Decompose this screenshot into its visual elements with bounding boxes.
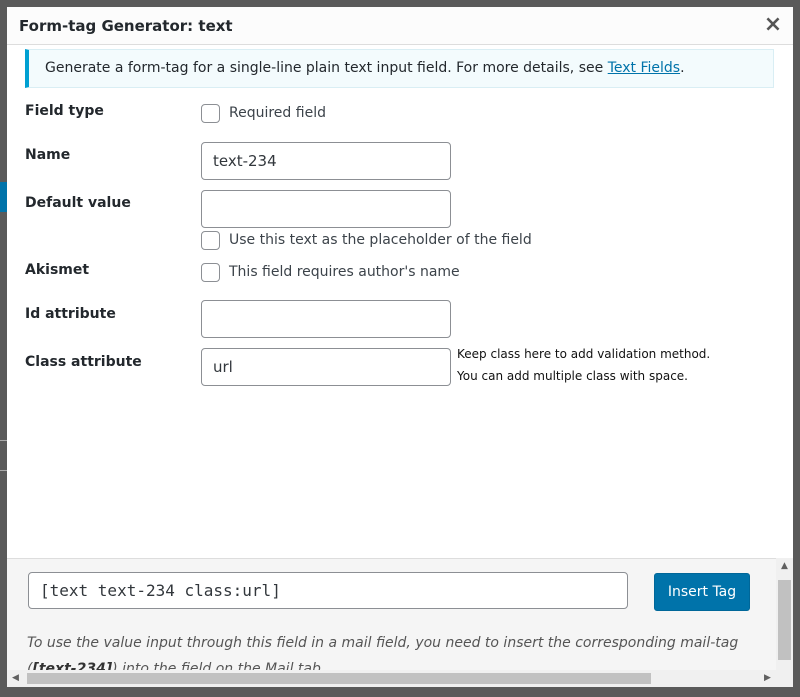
class-hint-line2: You can add multiple class with space. bbox=[457, 369, 688, 383]
required-field-checkbox[interactable] bbox=[201, 104, 220, 123]
class-attribute-label: Class attribute bbox=[25, 354, 142, 370]
vertical-scroll-thumb[interactable] bbox=[778, 580, 791, 660]
placeholder-checkbox-label: Use this text as the placeholder of the … bbox=[229, 232, 532, 248]
default-value-label: Default value bbox=[25, 195, 131, 211]
class-hint-line1: Keep class here to add validation method… bbox=[457, 347, 711, 361]
insert-tag-button[interactable]: Insert Tag bbox=[654, 573, 750, 611]
form-tag-dialog: Form-tag Generator: text × Generate a fo… bbox=[7, 7, 793, 687]
akismet-author-label: This field requires author's name bbox=[229, 264, 460, 280]
field-type-label: Field type bbox=[25, 103, 104, 119]
name-input[interactable] bbox=[201, 142, 451, 180]
name-label: Name bbox=[25, 147, 71, 163]
id-attribute-input[interactable] bbox=[201, 300, 451, 338]
notice-suffix: . bbox=[680, 60, 685, 76]
akismet-author-checkbox[interactable] bbox=[201, 263, 220, 282]
horizontal-scrollbar[interactable]: ◀ ▶ bbox=[7, 670, 793, 687]
akismet-label: Akismet bbox=[25, 262, 90, 278]
default-value-input[interactable] bbox=[201, 190, 451, 228]
scroll-up-icon[interactable]: ▲ bbox=[776, 558, 793, 575]
info-notice: Generate a form-tag for a single-line pl… bbox=[25, 49, 774, 88]
class-attribute-input[interactable] bbox=[201, 348, 451, 386]
placeholder-checkbox[interactable] bbox=[201, 231, 220, 250]
close-icon[interactable]: × bbox=[761, 13, 785, 37]
vertical-scrollbar[interactable]: ▲ bbox=[776, 558, 793, 674]
insert-box: Insert Tag To use the value input throug… bbox=[7, 558, 793, 687]
scroll-left-icon[interactable]: ◀ bbox=[7, 670, 24, 687]
text-fields-link[interactable]: Text Fields bbox=[608, 60, 680, 76]
id-attribute-label: Id attribute bbox=[25, 306, 116, 322]
horizontal-scroll-thumb[interactable] bbox=[27, 673, 651, 684]
dialog-titlebar: Form-tag Generator: text × bbox=[7, 7, 793, 45]
required-field-label: Required field bbox=[229, 105, 326, 121]
generated-tag-field[interactable] bbox=[28, 572, 628, 609]
scroll-right-icon[interactable]: ▶ bbox=[759, 670, 776, 687]
dialog-title: Form-tag Generator: text bbox=[19, 17, 233, 35]
mail-note-text: To use the value input through this fiel… bbox=[27, 635, 739, 651]
notice-text: Generate a form-tag for a single-line pl… bbox=[45, 60, 608, 76]
